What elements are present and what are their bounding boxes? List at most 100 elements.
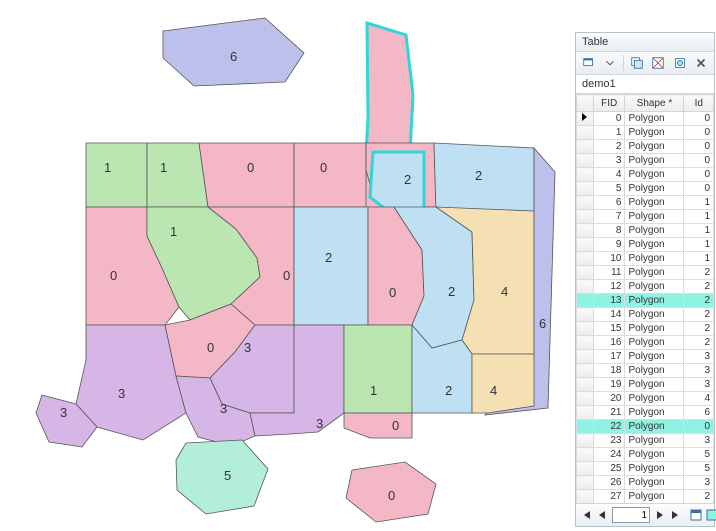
table-row[interactable]: 14Polygon2 [577, 308, 714, 322]
cell-fid[interactable]: 0 [593, 112, 625, 126]
cell-id[interactable]: 2 [684, 266, 714, 280]
cell-shape[interactable]: Polygon [625, 462, 684, 476]
cell-shape[interactable]: Polygon [625, 238, 684, 252]
cell-id[interactable]: 3 [684, 434, 714, 448]
cell-fid[interactable]: 3 [593, 154, 625, 168]
poly-r1-c4-0[interactable] [294, 143, 366, 207]
cell-fid[interactable]: 21 [593, 406, 625, 420]
cell-id[interactable]: 3 [684, 364, 714, 378]
cell-shape[interactable]: Polygon [625, 252, 684, 266]
row-handle[interactable] [577, 476, 594, 490]
cell-shape[interactable]: Polygon [625, 392, 684, 406]
poly-r2-c4-2[interactable] [294, 207, 368, 325]
table-row[interactable]: 22Polygon0 [577, 420, 714, 434]
cell-shape[interactable]: Polygon [625, 350, 684, 364]
row-handle[interactable] [577, 182, 594, 196]
table-row[interactable]: 20Polygon4 [577, 392, 714, 406]
cell-fid[interactable]: 4 [593, 168, 625, 182]
cell-id[interactable]: 0 [684, 420, 714, 434]
col-id[interactable]: Id [684, 95, 714, 112]
cell-id[interactable]: 5 [684, 462, 714, 476]
cell-id[interactable]: 4 [684, 392, 714, 406]
cell-fid[interactable]: 18 [593, 364, 625, 378]
table-row[interactable]: 5Polygon0 [577, 182, 714, 196]
cell-shape[interactable]: Polygon [625, 406, 684, 420]
cell-fid[interactable]: 17 [593, 350, 625, 364]
switch-selection-button[interactable] [648, 53, 668, 73]
cell-id[interactable]: 1 [684, 196, 714, 210]
cell-id[interactable]: 0 [684, 112, 714, 126]
cell-fid[interactable]: 9 [593, 238, 625, 252]
show-all-records-button[interactable] [690, 508, 702, 522]
table-row[interactable]: 11Polygon2 [577, 266, 714, 280]
cell-fid[interactable]: 22 [593, 420, 625, 434]
cell-fid[interactable]: 14 [593, 308, 625, 322]
table-row[interactable]: 0Polygon0 [577, 112, 714, 126]
table-row[interactable]: 13Polygon2 [577, 294, 714, 308]
poly-r1-c3-0[interactable] [199, 143, 294, 207]
row-handle[interactable] [577, 490, 594, 504]
cell-fid[interactable]: 25 [593, 462, 625, 476]
row-handle[interactable] [577, 336, 594, 350]
options-dropdown-button[interactable] [601, 53, 621, 73]
cell-id[interactable]: 2 [684, 294, 714, 308]
cell-fid[interactable]: 1 [593, 126, 625, 140]
cell-fid[interactable]: 16 [593, 336, 625, 350]
col-shape[interactable]: Shape * [625, 95, 684, 112]
nav-next-button[interactable] [654, 508, 666, 522]
table-row[interactable]: 15Polygon2 [577, 322, 714, 336]
col-handle[interactable] [577, 95, 594, 112]
row-handle[interactable] [577, 364, 594, 378]
cell-shape[interactable]: Polygon [625, 154, 684, 168]
row-handle[interactable] [577, 434, 594, 448]
table-row[interactable]: 18Polygon3 [577, 364, 714, 378]
cell-id[interactable]: 1 [684, 224, 714, 238]
table-row[interactable]: 24Polygon5 [577, 448, 714, 462]
cell-id[interactable]: 2 [684, 490, 714, 504]
row-handle[interactable] [577, 406, 594, 420]
cell-id[interactable]: 2 [684, 336, 714, 350]
table-row[interactable]: 26Polygon3 [577, 476, 714, 490]
nav-first-button[interactable] [580, 508, 592, 522]
cell-fid[interactable]: 6 [593, 196, 625, 210]
attribute-grid[interactable]: FID Shape * Id 0Polygon01Polygon02Polygo… [576, 94, 714, 503]
poly-b-5[interactable] [176, 440, 268, 514]
cell-shape[interactable]: Polygon [625, 378, 684, 392]
map-view[interactable]: 6110002201020246303331024350 [0, 0, 575, 531]
cell-shape[interactable]: Polygon [625, 140, 684, 154]
cell-fid[interactable]: 11 [593, 266, 625, 280]
row-handle[interactable] [577, 210, 594, 224]
cell-id[interactable]: 6 [684, 406, 714, 420]
table-row[interactable]: 25Polygon5 [577, 462, 714, 476]
row-handle[interactable] [577, 462, 594, 476]
row-handle[interactable] [577, 378, 594, 392]
cell-shape[interactable]: Polygon [625, 476, 684, 490]
cell-shape[interactable]: Polygon [625, 364, 684, 378]
cell-id[interactable]: 3 [684, 476, 714, 490]
row-handle[interactable] [577, 126, 594, 140]
row-handle[interactable] [577, 350, 594, 364]
cell-id[interactable]: 1 [684, 252, 714, 266]
cell-shape[interactable]: Polygon [625, 182, 684, 196]
cell-fid[interactable]: 5 [593, 182, 625, 196]
poly-r3-c4b-0[interactable] [344, 413, 412, 438]
nav-position-input[interactable] [612, 507, 650, 523]
cell-id[interactable]: 0 [684, 154, 714, 168]
cell-fid[interactable]: 10 [593, 252, 625, 266]
show-selected-records-button[interactable] [706, 508, 716, 522]
zoom-selected-button[interactable] [670, 53, 690, 73]
cell-fid[interactable]: 2 [593, 140, 625, 154]
cell-fid[interactable]: 13 [593, 294, 625, 308]
cell-shape[interactable]: Polygon [625, 308, 684, 322]
row-handle[interactable] [577, 154, 594, 168]
cell-id[interactable]: 0 [684, 140, 714, 154]
cell-fid[interactable]: 24 [593, 448, 625, 462]
poly-r1-c1-1[interactable] [86, 143, 147, 207]
cell-fid[interactable]: 26 [593, 476, 625, 490]
cell-shape[interactable]: Polygon [625, 210, 684, 224]
row-handle[interactable] [577, 280, 594, 294]
cell-shape[interactable]: Polygon [625, 448, 684, 462]
cell-id[interactable]: 2 [684, 322, 714, 336]
table-row[interactable]: 6Polygon1 [577, 196, 714, 210]
table-row[interactable]: 7Polygon1 [577, 210, 714, 224]
